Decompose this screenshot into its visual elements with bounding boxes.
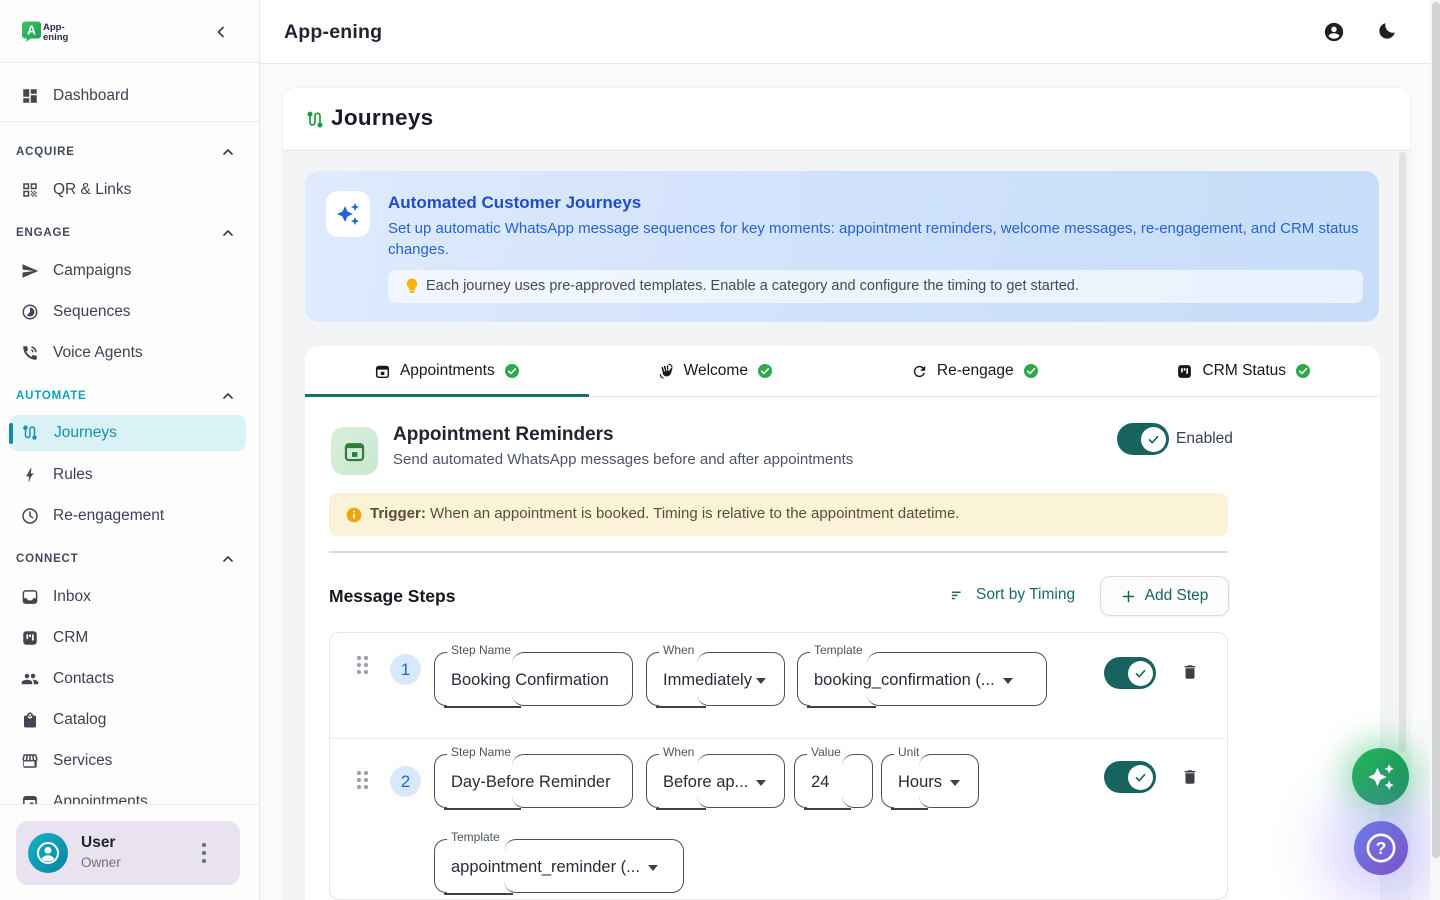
svg-text:?: ? xyxy=(1376,838,1387,858)
svg-text:A: A xyxy=(27,24,36,38)
